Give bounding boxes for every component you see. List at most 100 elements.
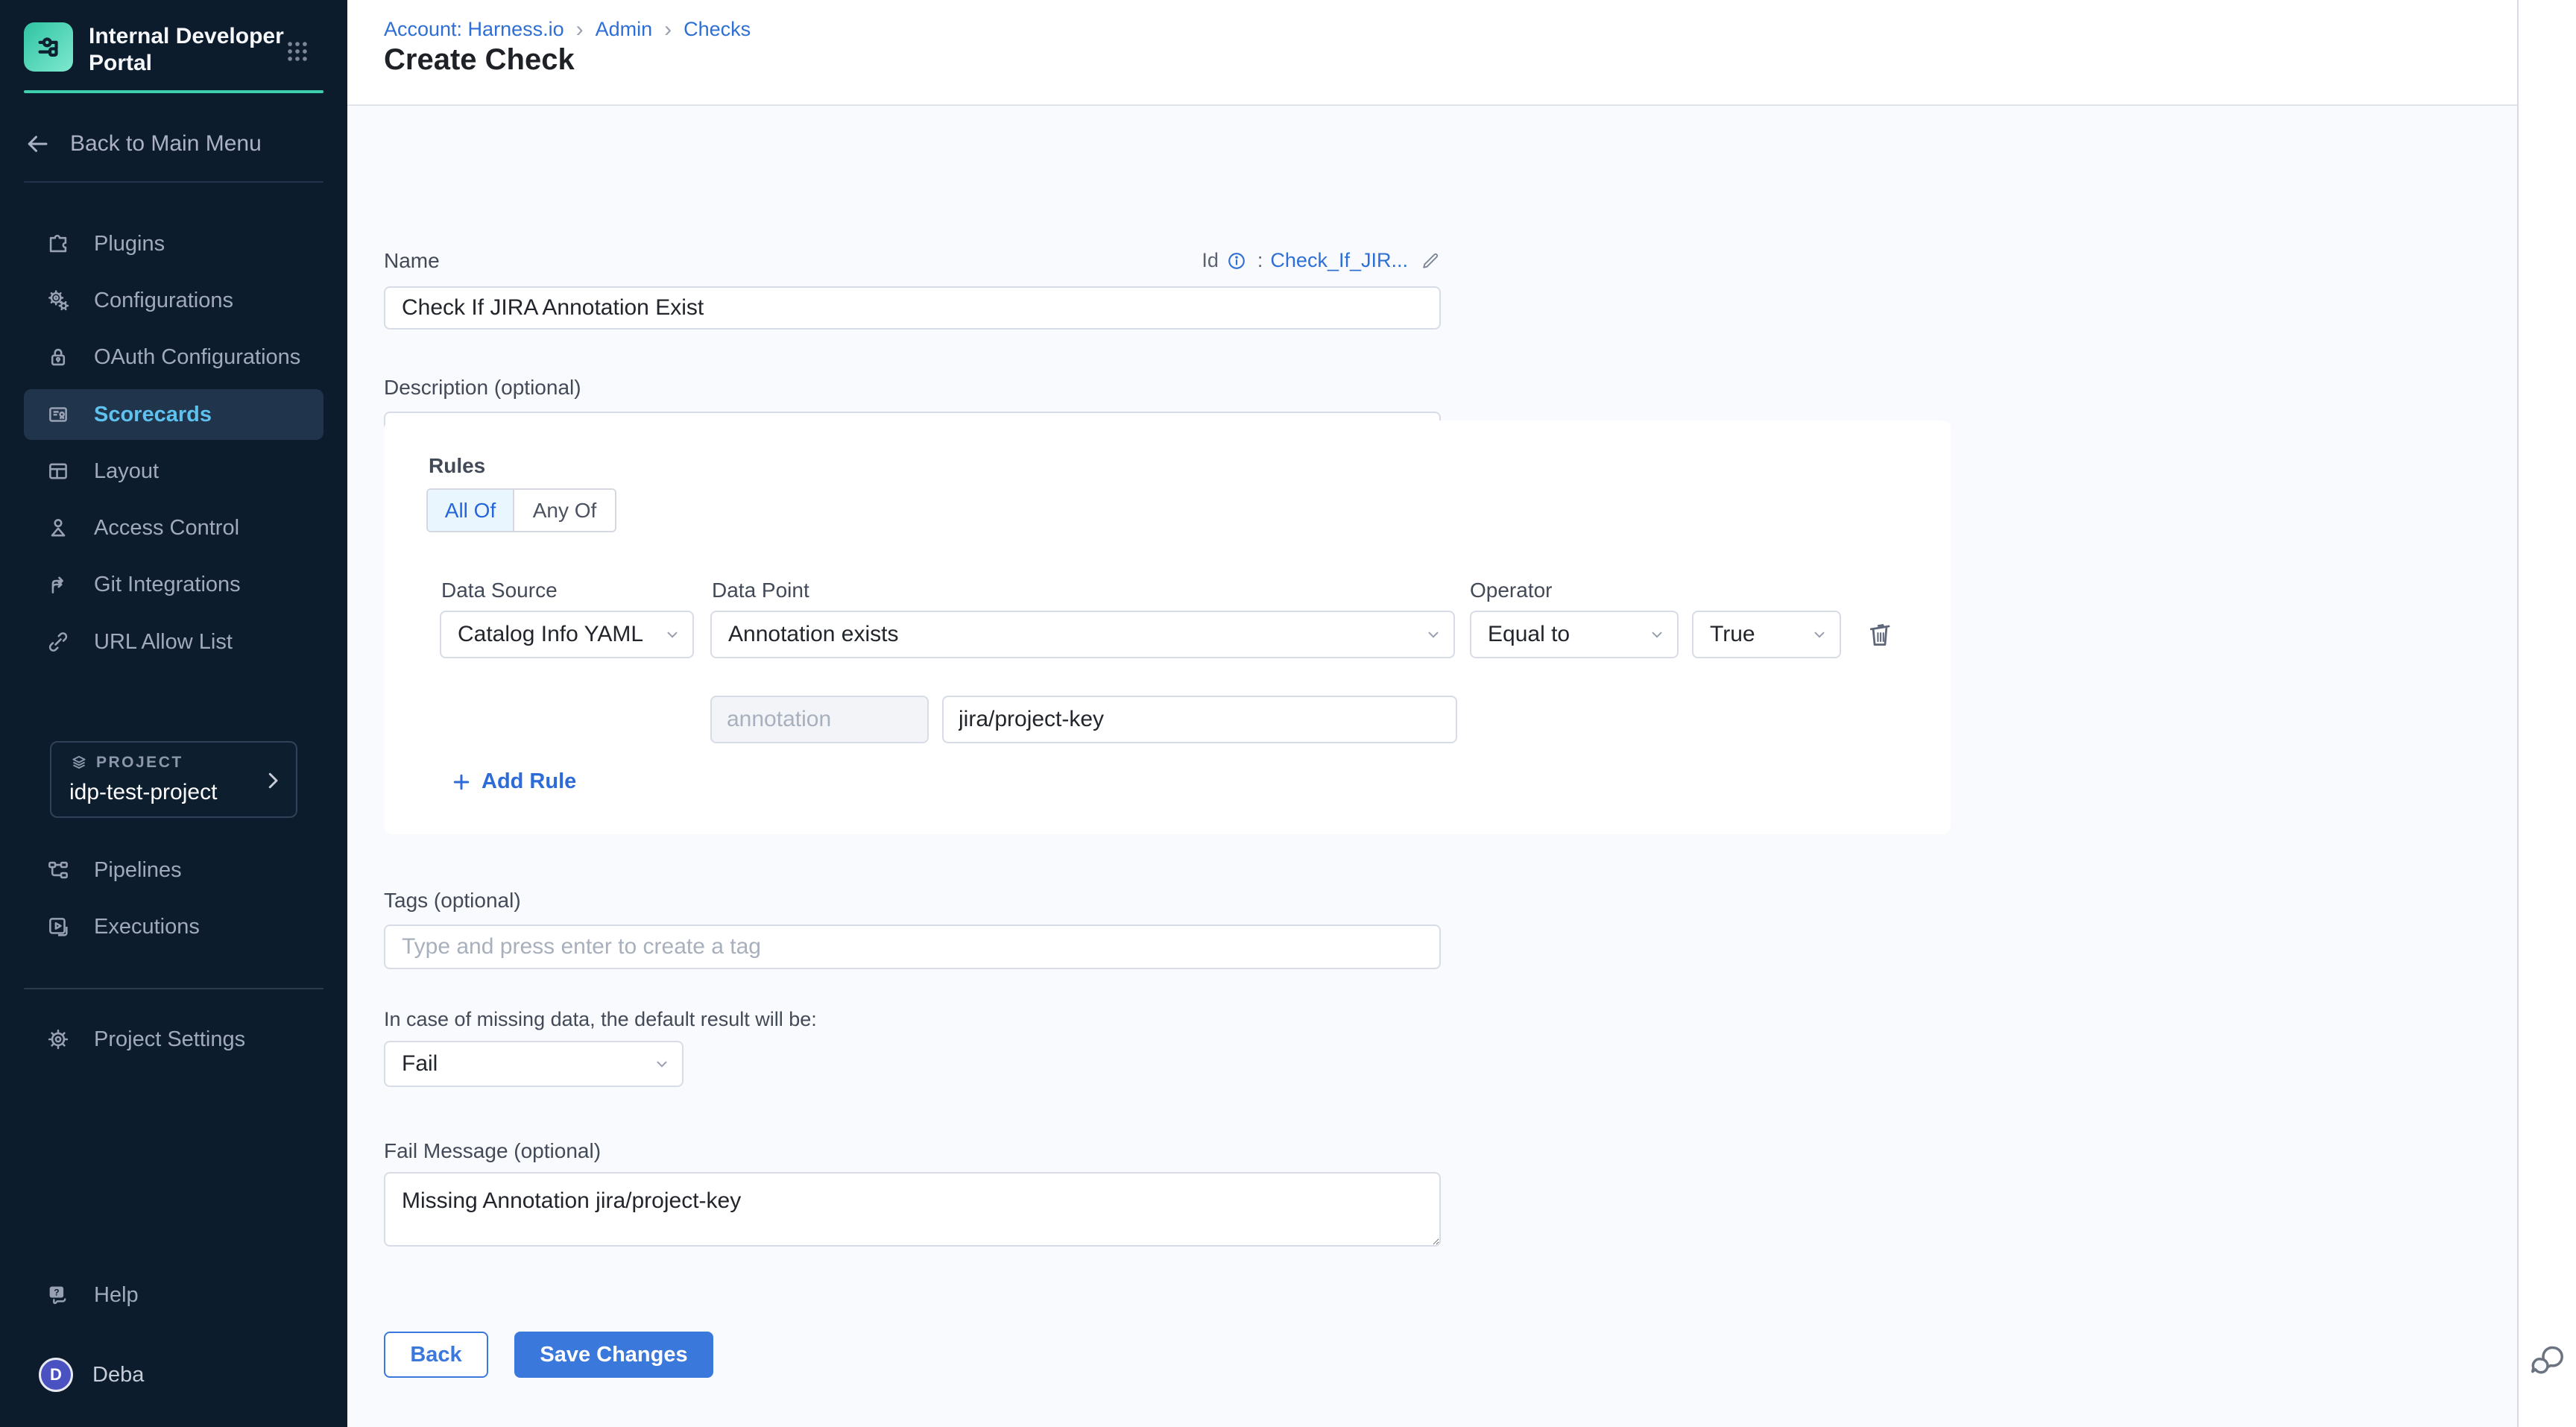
chevron-down-icon xyxy=(1425,626,1442,643)
main-area: Account: Harness.io › Admin › Checks Cre… xyxy=(347,0,2517,1427)
sidebar-item-label: OAuth Configurations xyxy=(94,345,300,370)
project-selector[interactable]: PROJECT idp-test-project xyxy=(50,741,297,818)
sidebar-item-label: Project Settings xyxy=(94,1027,245,1052)
sidebar-item-label: Plugins xyxy=(94,232,165,256)
edit-pencil-icon[interactable] xyxy=(1420,251,1441,271)
chevron-separator: › xyxy=(576,19,584,40)
check-id-link[interactable]: Check_If_JIR... xyxy=(1270,249,1408,272)
tags-input[interactable] xyxy=(384,924,1441,969)
chevron-down-icon xyxy=(664,626,681,643)
operator-select[interactable]: Equal to xyxy=(1470,611,1679,658)
executions-icon xyxy=(45,914,72,939)
sidebar-divider xyxy=(24,988,323,989)
data-source-select[interactable]: Catalog Info YAML xyxy=(440,611,694,658)
delete-rule-trash-icon[interactable] xyxy=(1863,618,1896,651)
puzzle-icon xyxy=(45,231,72,256)
sidebar-item-access-control[interactable]: Access Control xyxy=(24,503,323,553)
sidebar-item-layout[interactable]: Layout xyxy=(24,446,323,497)
sidebar-item-label: Help xyxy=(94,1283,139,1308)
harness-idp-logo-icon xyxy=(24,22,73,72)
sidebar-item-executions[interactable]: Executions xyxy=(24,901,323,952)
fail-message-textarea[interactable]: Missing Annotation jira/project-key xyxy=(384,1172,1441,1247)
lock-icon xyxy=(45,344,72,370)
breadcrumb-checks[interactable]: Checks xyxy=(684,18,751,41)
user-menu[interactable]: D Deba xyxy=(24,1349,323,1400)
name-input[interactable] xyxy=(384,286,1441,330)
scorecard-icon xyxy=(45,402,72,427)
default-result-select[interactable]: Fail xyxy=(384,1041,684,1087)
sidebar-item-label: Pipelines xyxy=(94,858,182,883)
all-of-button[interactable]: All Of xyxy=(428,490,514,531)
sidebar-item-project-settings[interactable]: Project Settings xyxy=(24,1014,323,1065)
data-point-select[interactable]: Annotation exists xyxy=(710,611,1455,658)
svg-text:?: ? xyxy=(54,1287,59,1297)
operator-label: Operator xyxy=(1470,579,1553,602)
sidebar: Internal Developer Portal Back to Main M… xyxy=(0,0,347,1427)
sidebar-item-label: URL Allow List xyxy=(94,630,233,655)
stack-icon xyxy=(69,753,89,772)
data-point-label: Data Point xyxy=(712,579,809,602)
app-switcher-grid-icon[interactable] xyxy=(285,39,310,64)
brand: Internal Developer Portal xyxy=(24,22,284,77)
sidebar-item-scorecards[interactable]: Scorecards xyxy=(24,389,323,440)
back-to-main-menu[interactable]: Back to Main Menu xyxy=(24,123,323,165)
chevron-down-icon xyxy=(654,1056,670,1072)
back-to-main-menu-label: Back to Main Menu xyxy=(70,131,262,157)
sidebar-item-git-integrations[interactable]: Git Integrations xyxy=(24,559,323,610)
project-name: idp-test-project xyxy=(69,780,282,805)
right-rail xyxy=(2517,0,2576,1427)
form-content: Name Id : Check_If_JIR... Description (o… xyxy=(347,107,2517,1427)
app-title: Internal Developer Portal xyxy=(89,22,284,77)
avatar: D xyxy=(39,1358,73,1392)
sidebar-item-plugins[interactable]: Plugins xyxy=(24,218,323,269)
expected-value-select[interactable]: True xyxy=(1692,611,1841,658)
sidebar-item-label: Executions xyxy=(94,915,200,939)
add-rule-button[interactable]: Add Rule xyxy=(450,769,576,794)
support-chat-icon[interactable] xyxy=(2529,1342,2568,1381)
brand-divider xyxy=(24,90,323,93)
breadcrumb-account[interactable]: Account: Harness.io xyxy=(384,18,564,41)
back-button[interactable]: Back xyxy=(384,1332,488,1378)
any-of-button[interactable]: Any Of xyxy=(514,490,615,531)
chevron-down-icon xyxy=(1811,626,1828,643)
breadcrumb-admin[interactable]: Admin xyxy=(596,18,653,41)
sidebar-item-label: Access Control xyxy=(94,516,239,541)
breadcrumb: Account: Harness.io › Admin › Checks xyxy=(384,18,751,41)
sidebar-item-oauth-configurations[interactable]: OAuth Configurations xyxy=(24,332,323,382)
link-icon xyxy=(45,629,72,655)
branch-icon xyxy=(45,572,72,597)
chevron-right-icon xyxy=(262,769,284,792)
description-label: Description (optional) xyxy=(384,376,581,400)
chevron-separator: › xyxy=(664,19,672,40)
page-header: Account: Harness.io › Admin › Checks Cre… xyxy=(347,0,2517,106)
rules-card: Rules All Of Any Of Data Source Data Poi… xyxy=(384,420,1951,834)
annotation-key-input xyxy=(710,696,929,743)
sidebar-item-help[interactable]: ? Help xyxy=(24,1270,323,1320)
user-name: Deba xyxy=(92,1363,144,1387)
gear-icon xyxy=(45,1027,72,1052)
info-icon[interactable] xyxy=(1226,251,1247,271)
pipelines-icon xyxy=(45,857,72,883)
sidebar-item-label: Layout xyxy=(94,459,159,484)
rules-mode-toggle: All Of Any Of xyxy=(426,488,616,532)
fail-message-label: Fail Message (optional) xyxy=(384,1139,601,1163)
person-icon xyxy=(45,515,72,541)
gears-icon xyxy=(45,288,72,313)
rules-title: Rules xyxy=(429,454,485,478)
plus-icon xyxy=(450,771,473,793)
data-source-label: Data Source xyxy=(441,579,558,602)
annotation-value-input[interactable] xyxy=(942,696,1457,743)
arrow-left-icon xyxy=(24,130,51,157)
help-chat-icon: ? xyxy=(45,1282,72,1308)
sidebar-item-url-allow-list[interactable]: URL Allow List xyxy=(24,617,323,667)
id-separator: : xyxy=(1257,249,1263,272)
check-id-row: Id : Check_If_JIR... xyxy=(384,249,1441,272)
sidebar-item-configurations[interactable]: Configurations xyxy=(24,275,323,326)
sidebar-item-label: Scorecards xyxy=(94,403,212,427)
save-changes-button[interactable]: Save Changes xyxy=(514,1332,713,1378)
tags-label: Tags (optional) xyxy=(384,889,521,913)
layout-icon xyxy=(45,459,72,484)
sidebar-item-label: Git Integrations xyxy=(94,573,241,597)
project-eyebrow: PROJECT xyxy=(96,754,183,772)
sidebar-item-pipelines[interactable]: Pipelines xyxy=(24,845,323,895)
